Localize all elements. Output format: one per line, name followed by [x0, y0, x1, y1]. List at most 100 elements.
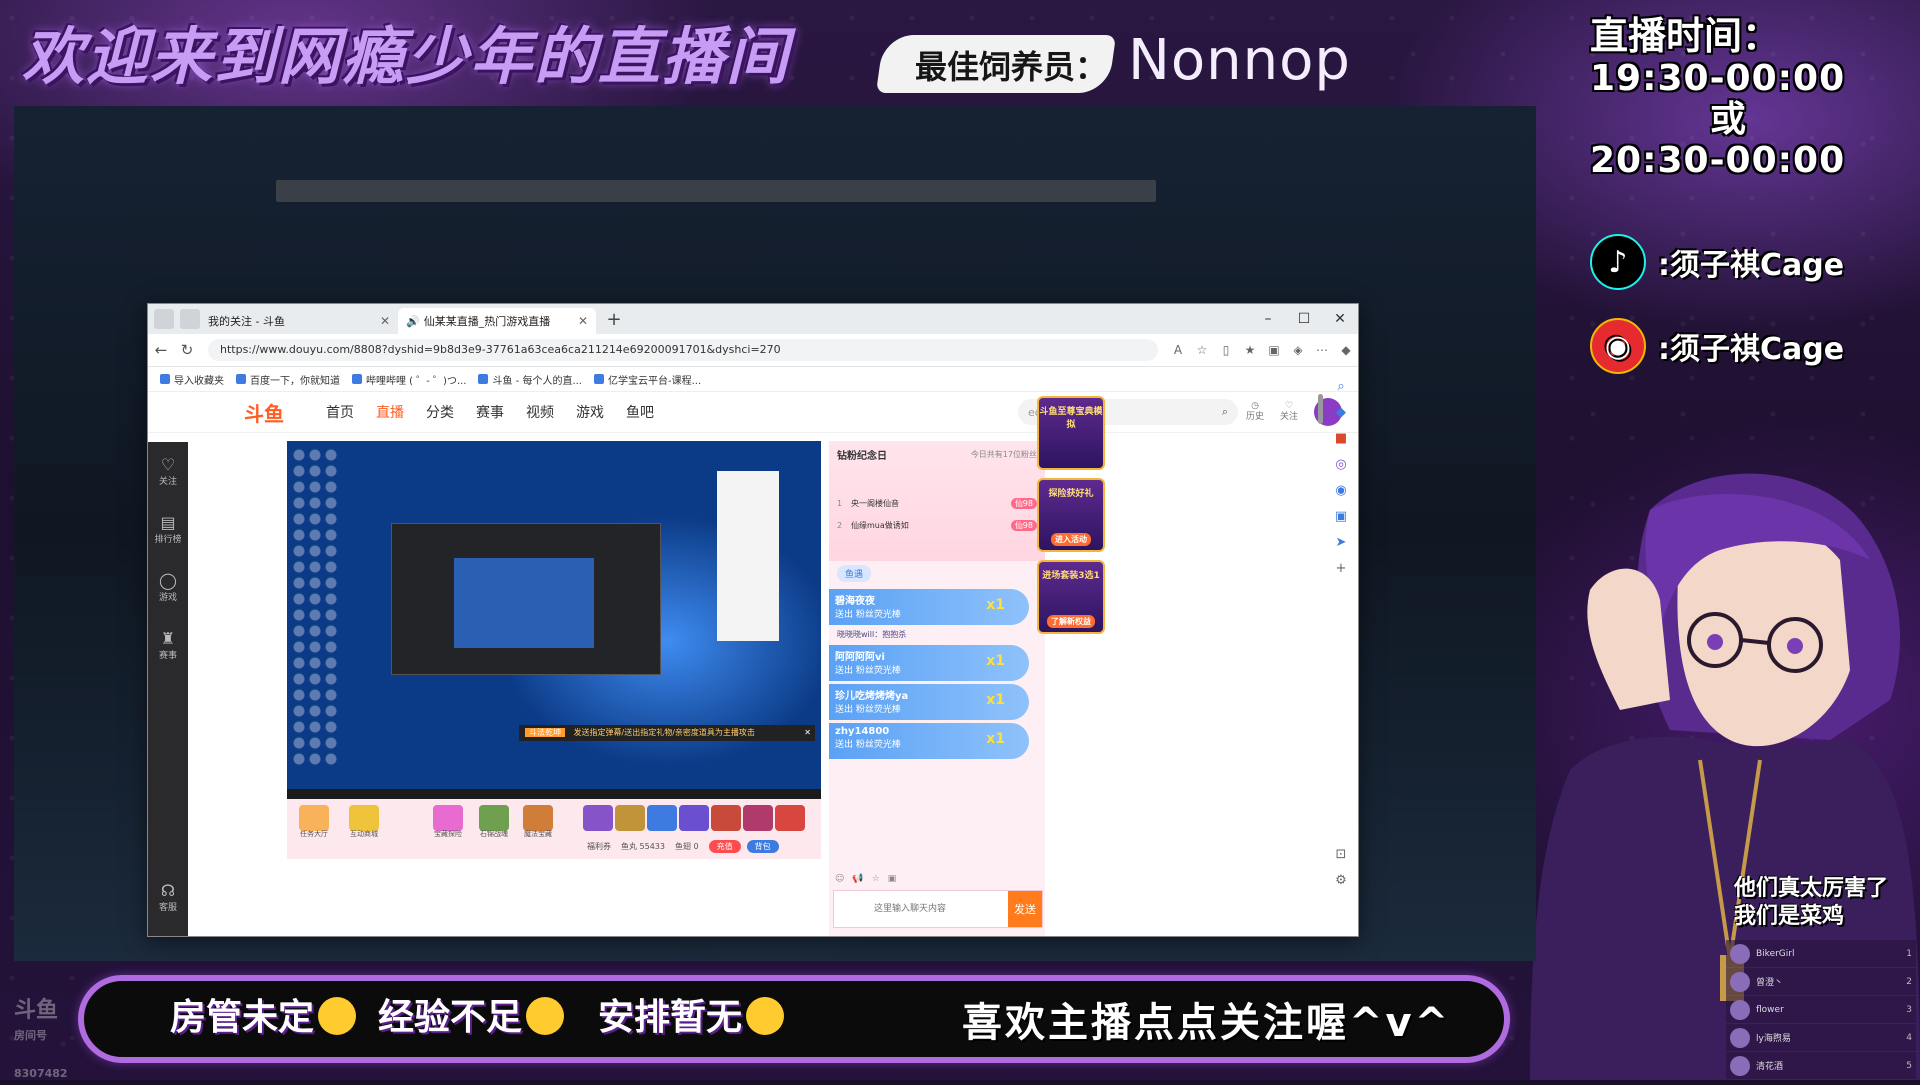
rail-follow[interactable]: ♡ 关注 — [148, 442, 188, 500]
nested-chat-window — [717, 471, 779, 641]
favorites-icon[interactable]: ★ — [1238, 343, 1262, 357]
browser-tab[interactable]: 我的关注 - 斗鱼 ✕ — [200, 308, 398, 334]
gift-icon[interactable]: ▣ — [888, 874, 897, 884]
treasure-gift[interactable] — [433, 805, 463, 831]
gift-label: 石锦战魂 — [480, 830, 508, 838]
speaker-icon[interactable]: 🔊 — [406, 315, 420, 328]
war-soul-gift[interactable] — [479, 805, 509, 831]
tag-icon[interactable]: ◆ — [1324, 400, 1358, 426]
close-window-button[interactable]: ✕ — [1322, 311, 1358, 327]
outlook-icon[interactable]: ▣ — [1324, 504, 1358, 530]
activity-card[interactable]: 进场套装3选1 了解新权益 — [1037, 560, 1105, 634]
mall-gift[interactable] — [349, 805, 379, 831]
new-tab-button[interactable]: + — [602, 309, 626, 330]
gift-message: zhy14800 送出 粉丝荧光棒 x1 — [829, 723, 1029, 759]
rail-events[interactable]: ♜ 赛事 — [148, 616, 188, 674]
nav-category[interactable]: 分类 — [426, 402, 454, 422]
minimize-button[interactable]: – — [1250, 311, 1286, 327]
bookmark-icon — [594, 374, 604, 384]
fish-balls-balance: 鱼丸 55433 — [621, 842, 665, 851]
megaphone-icon[interactable]: 📢 — [852, 874, 863, 884]
rail-support[interactable]: ☊ 客服 — [148, 868, 188, 926]
search-icon[interactable]: ⌕ — [1222, 405, 1228, 419]
activity-button[interactable]: 进入活动 — [1051, 533, 1091, 546]
tab-actions-icon[interactable] — [180, 309, 200, 329]
chat-input[interactable] — [834, 893, 1008, 925]
copilot-icon[interactable]: ◉ — [1324, 478, 1358, 504]
collections-icon[interactable]: ▣ — [1262, 343, 1286, 357]
rail-games[interactable]: ◯ 游戏 — [148, 558, 188, 616]
weibo-social: ◉ :须子祺Cage — [1590, 316, 1844, 376]
gift-item[interactable] — [775, 805, 805, 831]
viewer-chat-item: flower 3 — [1726, 996, 1916, 1024]
chat-tab-chip[interactable]: 鱼遇 — [837, 565, 872, 582]
stream-player[interactable]: 斗法乾坤 发送指定弹幕/送出指定礼物/亲密度道具为主播攻击 ✕ — [287, 441, 821, 799]
read-aloud-icon[interactable]: A — [1166, 343, 1190, 357]
viewer-chat-header: 他们真太厉害了 我们是菜鸡 — [1734, 875, 1920, 931]
extension-icon[interactable]: ◈ — [1286, 343, 1310, 357]
bookmark-item[interactable]: 导入收藏夹 — [160, 372, 224, 387]
backpack-button[interactable]: 背包 — [746, 840, 779, 853]
add-icon[interactable]: + — [1324, 556, 1358, 582]
star-icon[interactable]: ☆ — [1190, 343, 1214, 357]
fans-subtitle[interactable]: 今日共有17位粉丝 — [971, 449, 1037, 460]
rail-ranking[interactable]: ▤ 排行榜 — [148, 500, 188, 558]
gamepad-icon[interactable]: ◎ — [1324, 452, 1358, 478]
history-button[interactable]: ◷ 历史 — [1238, 401, 1272, 423]
split-screen-icon[interactable]: ▯ — [1214, 343, 1238, 357]
activity-card[interactable]: 斗鱼至尊宝典模拟 — [1037, 396, 1105, 470]
url-field[interactable]: https://www.douyu.com/8808?dyshid=9b8d3e… — [208, 339, 1158, 361]
player-taskbar — [287, 789, 821, 799]
gift-text: 送出 粉丝荧光棒 — [835, 666, 901, 676]
fan-rank-row[interactable]: 2 仙缘mua做诱如 仙98 — [829, 514, 1045, 536]
screenshot-icon[interactable]: ⊡ — [1324, 842, 1358, 868]
emoji-icon[interactable]: ☺ — [835, 874, 844, 884]
nav-fishbar[interactable]: 鱼吧 — [626, 402, 654, 422]
nav-events[interactable]: 赛事 — [476, 402, 504, 422]
maximize-button[interactable]: ☐ — [1286, 311, 1322, 327]
refresh-icon[interactable]: ↻ — [174, 341, 200, 359]
bookmark-item[interactable]: 百度一下，你就知道 — [236, 372, 340, 387]
recharge-button[interactable]: 充值 — [708, 840, 741, 853]
gift-item[interactable] — [711, 805, 741, 831]
nav-home[interactable]: 首页 — [326, 402, 354, 422]
gift-message: 碧海夜夜 送出 粉丝荧光棒 x1 — [829, 589, 1029, 625]
activity-card[interactable]: 探险获好礼 进入活动 — [1037, 478, 1105, 552]
close-icon[interactable]: ✕ — [804, 725, 815, 741]
star-icon[interactable]: ☆ — [872, 874, 880, 884]
nav-video[interactable]: 视频 — [526, 402, 554, 422]
bookmark-item[interactable]: 斗鱼 - 每个人的直... — [478, 372, 582, 387]
close-icon[interactable]: ✕ — [578, 314, 588, 328]
scroll-thumb[interactable] — [1318, 394, 1323, 424]
fan-rank-row[interactable]: 1 央一阁楼仙音 仙98 — [829, 492, 1045, 514]
gift-item[interactable] — [647, 805, 677, 831]
briefcase-icon[interactable]: ■ — [1324, 426, 1358, 452]
search-icon[interactable]: ⌕ — [1324, 374, 1358, 400]
send-button[interactable]: 发送 — [1008, 891, 1042, 927]
stream-title-banner: 欢迎来到网瘾少年的直播间 — [22, 20, 791, 93]
gift-item[interactable] — [615, 805, 645, 831]
headset-icon: ☊ — [160, 881, 176, 900]
nav-games[interactable]: 游戏 — [576, 402, 604, 422]
more-icon[interactable]: ⋯ — [1310, 343, 1334, 357]
magic-gift[interactable] — [523, 805, 553, 831]
settings-icon[interactable]: ⚙ — [1324, 868, 1358, 894]
bookmark-item[interactable]: 亿学宝云平台-课程... — [594, 372, 701, 387]
nav-live[interactable]: 直播 — [376, 402, 404, 422]
gift-item[interactable] — [679, 805, 709, 831]
browser-tab-active[interactable]: 🔊 仙某某直播_热门游戏直播 ✕ — [398, 308, 596, 334]
welfare-label[interactable]: 福利券 — [587, 841, 611, 852]
profile-icon[interactable] — [154, 309, 174, 329]
send-icon[interactable]: ➤ — [1324, 530, 1358, 556]
task-hall-gift[interactable] — [299, 805, 329, 831]
back-icon[interactable]: ← — [148, 341, 174, 359]
gift-item[interactable] — [743, 805, 773, 831]
room-admin-text: 房管未定 — [170, 997, 315, 1038]
copilot-icon[interactable]: ◆ — [1334, 343, 1358, 357]
activity-button[interactable]: 了解新权益 — [1047, 615, 1095, 628]
douyu-site-logo[interactable]: 斗鱼 — [244, 398, 304, 427]
bookmark-item[interactable]: 哔哩哔哩 ( ゜- ゜)つ... — [352, 372, 466, 387]
follow-button[interactable]: ♡ 关注 — [1272, 401, 1306, 423]
close-icon[interactable]: ✕ — [380, 314, 390, 328]
gift-item[interactable] — [583, 805, 613, 831]
